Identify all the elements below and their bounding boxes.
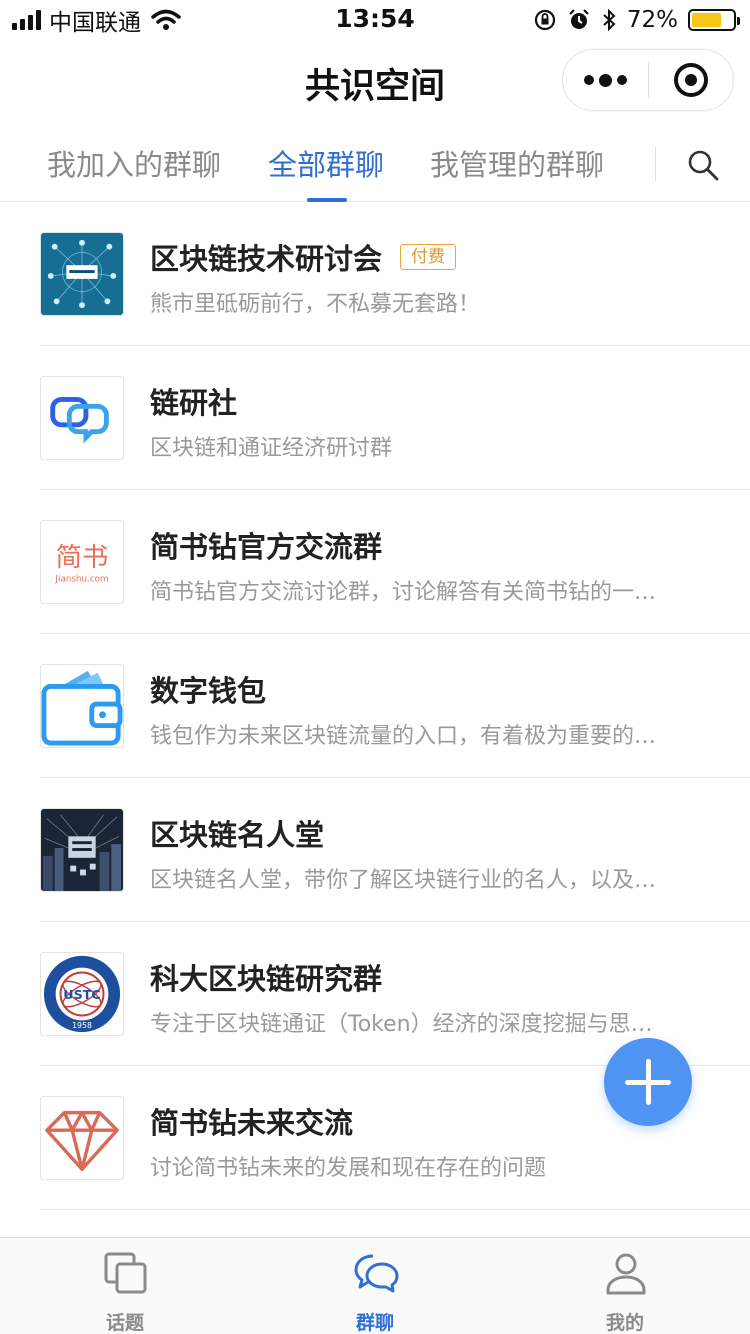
close-button[interactable]: [649, 50, 733, 110]
blockchain-city-avatar: [40, 808, 124, 892]
list-item[interactable]: 数字钱包 钱包作为未来区块链流量的入口，有着极为重要的…: [0, 634, 750, 778]
group-description: 区块链和通证经济研讨群: [150, 436, 393, 461]
status-right: 72%: [533, 6, 740, 34]
paid-badge: 付费: [400, 244, 457, 270]
wallet-avatar: [40, 664, 124, 748]
profile-icon: [606, 1253, 646, 1295]
status-bar: 中国联通 13:54 72%: [0, 0, 750, 40]
ustc-seal-text: USTC: [63, 987, 100, 1002]
list-item[interactable]: 简书 Jianshu.com 简书钻官方交流群 简书钻官方交流讨论群，讨论解答有…: [0, 490, 750, 634]
group-title-row: 链研社: [150, 380, 237, 422]
battery-icon: [688, 9, 740, 31]
tab-label: 群聊: [355, 1312, 394, 1334]
tab-topics[interactable]: 话题: [0, 1238, 250, 1334]
list-item[interactable]: 区块链技术研讨会 付费 熊市里砥砺前行，不私募无套路！: [0, 202, 750, 346]
group-description: 区块链名人堂，带你了解区块链行业的名人，以及…: [150, 868, 657, 893]
group-name: 科大区块链研究群: [150, 962, 383, 996]
tab-chats[interactable]: 群聊: [250, 1238, 500, 1334]
group-name: 链研社: [150, 386, 238, 420]
group-title-row: 科大区块链研究群: [150, 956, 382, 998]
tab-label: 话题: [105, 1312, 144, 1334]
group-title-row: 区块链名人堂: [150, 812, 324, 854]
group-title-row: 区块链技术研讨会 付费: [150, 236, 457, 278]
tab-divider: [655, 146, 656, 182]
group-tabs: 我加入的群聊 全部群聊 我管理的群聊: [0, 122, 750, 202]
alarm-icon: [569, 9, 589, 29]
battery-fill: [692, 13, 721, 27]
group-title-row: 数字钱包: [150, 668, 266, 710]
tab-joined-groups[interactable]: 我加入的群聊: [47, 142, 221, 184]
bluetooth-icon: [603, 8, 616, 32]
group-description: 钱包作为未来区块链流量的入口，有着极为重要的…: [150, 724, 657, 749]
list-item[interactable]: 链研社 区块链和通证经济研讨群: [0, 346, 750, 490]
blockchain-network-avatar: [40, 232, 124, 316]
tab-label: 我的: [605, 1312, 644, 1334]
jianshu-avatar: 简书 Jianshu.com: [40, 520, 124, 604]
miniprogram-capsule: [562, 49, 734, 111]
orientation-lock-icon: [534, 9, 555, 31]
group-name: 简书钻官方交流群: [150, 530, 383, 564]
diamond-avatar: [40, 1096, 124, 1180]
group-description: 熊市里砥砺前行，不私募无套路！: [150, 292, 481, 317]
more-dot-icon: [599, 73, 612, 87]
group-title-row: 简书钻官方交流群: [150, 524, 382, 566]
group-name: 简书钻未来交流: [150, 1106, 354, 1140]
ustc-seal-avatar: USTC 1958: [40, 952, 124, 1036]
group-name: 数字钱包: [150, 674, 267, 708]
group-name: 区块链技术研讨会: [150, 242, 383, 276]
tab-all-groups[interactable]: 全部群聊: [268, 142, 384, 184]
group-title-row: 简书钻未来交流: [150, 1100, 353, 1142]
group-description: 讨论简书钻未来的发展和现在存在的问题: [150, 1156, 547, 1181]
chat-icon: [354, 1254, 399, 1293]
divider: [40, 1209, 750, 1210]
create-group-button[interactable]: [604, 1038, 692, 1126]
tab-profile[interactable]: 我的: [500, 1238, 750, 1334]
tab-managed-groups[interactable]: 我管理的群聊: [430, 142, 604, 184]
bottom-tab-bar: 话题 群聊 我的: [0, 1237, 750, 1334]
jianshu-logo-subtext: Jianshu.com: [54, 575, 108, 585]
jianshu-logo-text: 简书: [56, 543, 109, 573]
group-description: 简书钻官方交流讨论群，讨论解答有关简书钻的一…: [150, 580, 657, 605]
battery-percent: 72%: [626, 7, 678, 33]
list-item[interactable]: 区块链名人堂 区块链名人堂，带你了解区块链行业的名人，以及…: [0, 778, 750, 922]
target-icon: [673, 63, 708, 97]
search-icon[interactable]: [686, 148, 720, 182]
group-name: 区块链名人堂: [150, 818, 325, 852]
nav-bar: 共识空间: [0, 40, 750, 122]
ustc-seal-year: 1958: [72, 1021, 92, 1030]
more-dot-icon: [584, 75, 594, 85]
more-dot-icon: [617, 75, 627, 85]
more-button[interactable]: [563, 50, 648, 110]
topic-icon: [104, 1252, 147, 1294]
group-description: 专注于区块链通证（Token）经济的深度挖掘与思…: [150, 1012, 653, 1037]
chat-bubbles-avatar: [40, 376, 124, 460]
